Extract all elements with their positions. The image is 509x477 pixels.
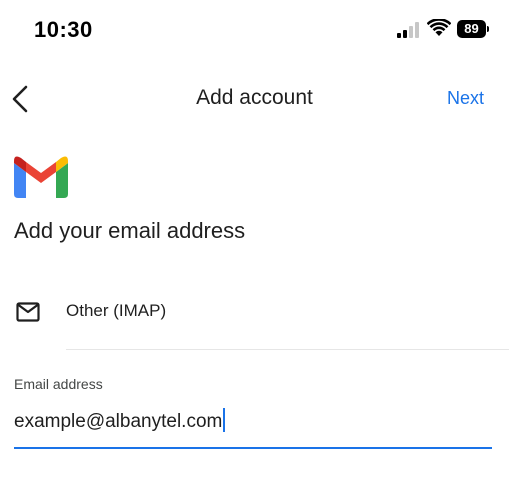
status-time: 10:30 — [34, 17, 93, 42]
email-input[interactable]: example@albanytel.com — [14, 408, 226, 433]
next-button[interactable]: Next — [447, 88, 484, 109]
battery-icon: 89 — [457, 20, 490, 38]
page-title: Add account — [196, 86, 313, 109]
account-type-row[interactable]: Other (IMAP) — [0, 283, 509, 349]
email-input-value: example@albanytel.com — [14, 411, 223, 432]
email-field[interactable]: Email address example@albanytel.com — [14, 372, 492, 452]
status-bar: 10:30 89 — [0, 0, 509, 60]
email-field-underline — [14, 447, 492, 449]
mail-icon — [16, 302, 40, 322]
divider — [66, 349, 509, 350]
account-type-label: Other (IMAP) — [66, 301, 167, 320]
signal-icon — [397, 22, 419, 38]
battery-level: 89 — [464, 21, 479, 36]
wifi-icon — [427, 19, 451, 36]
section-heading: Add your email address — [14, 218, 246, 243]
text-cursor — [223, 408, 226, 432]
email-field-label: Email address — [14, 376, 103, 392]
gmail-logo — [14, 156, 68, 198]
